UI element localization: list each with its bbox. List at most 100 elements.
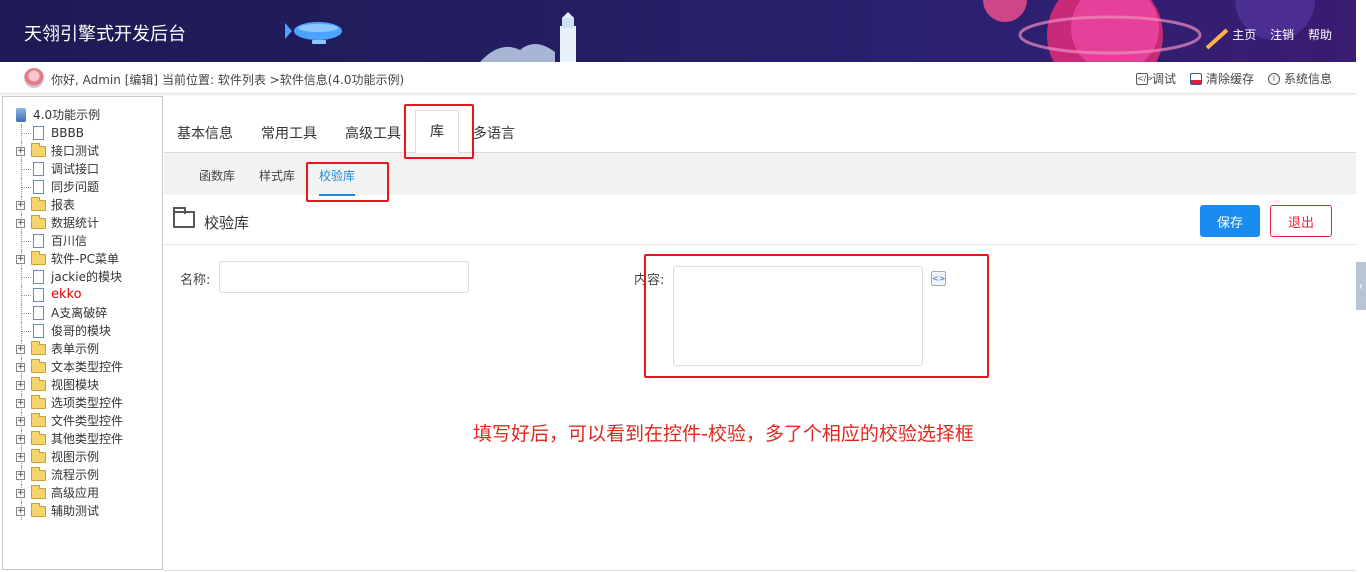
tree-item-label: 辅助测试 <box>51 504 100 518</box>
folder-icon <box>31 467 46 481</box>
tree-item[interactable]: + 报表 <box>3 196 162 214</box>
tree-item[interactable]: A支离破碎 <box>3 304 162 322</box>
app-header: 天翎引擎式开发后台 主页 注销 帮助 <box>0 0 1356 62</box>
name-label: 名称: <box>180 273 211 288</box>
tree-item-label: 百川信 <box>51 234 88 248</box>
app-title: 天翎引擎式开发后台 <box>24 24 186 45</box>
expand-toggle-icon[interactable]: + <box>16 417 25 426</box>
tab-library[interactable]: 库 <box>415 110 459 154</box>
tab-common-tools[interactable]: 常用工具 <box>261 123 317 143</box>
expand-toggle-icon[interactable]: + <box>16 489 25 498</box>
content-label: 内容: <box>634 273 665 288</box>
tree-item[interactable]: + 表单示例 <box>3 340 162 358</box>
subtab-function-library[interactable]: 函数库 <box>199 167 235 184</box>
tree-item-label: 数据统计 <box>51 216 100 230</box>
subtab-validation-library[interactable]: 校验库 <box>319 167 356 196</box>
tree-item[interactable]: + 辅助测试 <box>3 502 162 520</box>
tree-item[interactable]: 调试接口 <box>3 160 162 178</box>
tree-item[interactable]: + 高级应用 <box>3 484 162 502</box>
expand-toggle-icon[interactable]: + <box>16 381 25 390</box>
expand-toggle-icon[interactable]: + <box>16 471 25 480</box>
document-icon <box>33 162 44 176</box>
tree-connector <box>22 277 31 278</box>
tree-item-label: 视图模块 <box>51 378 100 392</box>
folder-icon <box>31 413 46 427</box>
tree-item[interactable]: + 选项类型控件 <box>3 394 162 412</box>
tree-item[interactable]: + 视图示例 <box>3 448 162 466</box>
document-icon <box>33 270 44 284</box>
folder-icon <box>31 449 46 463</box>
tree-item[interactable]: BBBB <box>3 124 162 142</box>
expand-toggle-icon[interactable]: + <box>16 507 25 516</box>
expand-toggle-icon[interactable]: + <box>16 147 25 156</box>
folder-icon <box>31 395 46 409</box>
expand-toggle-icon[interactable]: + <box>16 453 25 462</box>
tree-item[interactable]: + 文件类型控件 <box>3 412 162 430</box>
home-link[interactable]: 主页 <box>1232 28 1256 42</box>
subtab-style-library[interactable]: 样式库 <box>259 167 295 184</box>
document-icon <box>33 288 44 302</box>
tree-item[interactable]: + 数据统计 <box>3 214 162 232</box>
help-link[interactable]: 帮助 <box>1308 28 1332 42</box>
tree-item-label: ekko <box>51 287 82 302</box>
tree-item[interactable]: + 文本类型控件 <box>3 358 162 376</box>
tree-item[interactable]: + 软件-PC菜单 <box>3 250 162 268</box>
document-icon <box>33 126 44 140</box>
expand-toggle-icon[interactable]: + <box>16 255 25 264</box>
tree-item-label: jackie的模块 <box>51 270 122 284</box>
tab-advanced-tools[interactable]: 高级工具 <box>345 123 401 143</box>
exit-button[interactable]: 退出 <box>1270 205 1332 237</box>
tree-item-label: 软件-PC菜单 <box>51 252 119 266</box>
tree-item-label: 报表 <box>51 198 76 212</box>
tree-item[interactable]: 同步问题 <box>3 178 162 196</box>
tree-item-label: 流程示例 <box>51 468 100 482</box>
document-icon <box>33 180 44 194</box>
clear-cache-icon <box>1189 72 1202 85</box>
logout-link[interactable]: 注销 <box>1270 28 1294 42</box>
debug-tool[interactable]: </> 调试 <box>1135 70 1176 87</box>
header-links: 主页 注销 帮助 <box>1222 26 1332 43</box>
system-info-tool[interactable]: i 系统信息 <box>1267 70 1332 87</box>
tree-item[interactable]: + 接口测试 <box>3 142 162 160</box>
annotation-note: 填写好后，可以看到在控件-校验，多了个相应的校验选择框 <box>473 423 974 445</box>
tree-item[interactable]: ekko <box>3 286 162 304</box>
expand-toggle-icon[interactable]: + <box>16 345 25 354</box>
folder-icon <box>31 359 46 373</box>
expand-toggle-icon[interactable]: + <box>16 435 25 444</box>
tree-item[interactable]: 百川信 <box>3 232 162 250</box>
tree-connector <box>22 169 31 170</box>
folder-icon <box>31 377 46 391</box>
tree-connector <box>22 187 31 188</box>
tree-item-label: 同步问题 <box>51 180 100 194</box>
tab-multilanguage[interactable]: 多语言 <box>473 123 515 143</box>
content-textarea[interactable] <box>673 266 923 366</box>
tree-item[interactable]: 俊哥的模块 <box>3 322 162 340</box>
code-editor-icon[interactable]: <> <box>931 271 946 286</box>
user-greeting[interactable]: 你好, Admin [编辑] <box>51 71 158 88</box>
tree-connector <box>22 313 31 314</box>
expand-toggle-icon[interactable]: + <box>16 399 25 408</box>
clear-cache-tool[interactable]: 清除缓存 <box>1189 70 1254 87</box>
collapse-panel-button[interactable]: ‹ <box>1356 262 1366 310</box>
tree-connector <box>22 331 31 332</box>
tree-root[interactable]: 4.0功能示例 <box>3 106 162 124</box>
tree-item[interactable]: + 流程示例 <box>3 466 162 484</box>
document-icon <box>33 234 44 248</box>
expand-toggle-icon[interactable]: + <box>16 363 25 372</box>
library-subtabs: 函数库 样式库 校验库 <box>164 153 1356 196</box>
document-icon <box>33 324 44 338</box>
tree-item[interactable]: + 视图模块 <box>3 376 162 394</box>
folder-icon <box>31 431 46 445</box>
folder-icon <box>31 341 46 355</box>
tree-connector <box>22 241 31 242</box>
document-icon <box>33 306 44 320</box>
tree-item[interactable]: jackie的模块 <box>3 268 162 286</box>
save-button[interactable]: 保存 <box>1200 205 1260 237</box>
toolbar-tools: </> 调试 清除缓存 i 系统信息 <box>1135 70 1332 87</box>
folder-icon <box>31 503 46 517</box>
expand-toggle-icon[interactable]: + <box>16 201 25 210</box>
tab-basic-info[interactable]: 基本信息 <box>177 123 233 143</box>
tree-item[interactable]: + 其他类型控件 <box>3 430 162 448</box>
expand-toggle-icon[interactable]: + <box>16 219 25 228</box>
name-input[interactable] <box>219 261 469 293</box>
